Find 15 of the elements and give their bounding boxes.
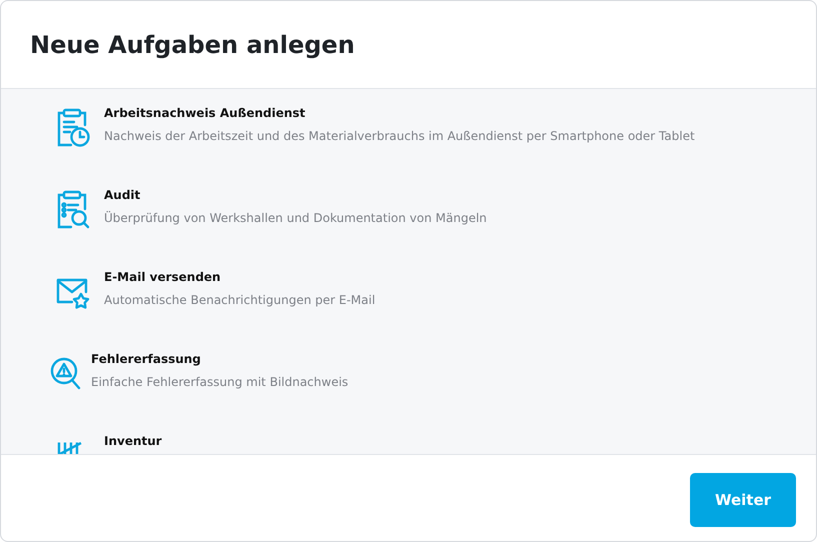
template-item[interactable]: E-Mail versenden Automatische Benachrichtigungen per E-Mail <box>54 253 816 335</box>
dialog-title: Neue Aufgaben anlegen <box>30 30 355 58</box>
template-item[interactable]: Arbeitsnachweis Außendienst Nachweis der Arbeitszeit und des Materialverbrauchs im Außendienst per Smartphone oder Tablet <box>54 89 816 171</box>
template-title: E-Mail versenden <box>104 270 222 284</box>
template-title: Inventur <box>104 434 162 448</box>
template-description: Einfache Fehlererfassung mit Bildnachweis <box>91 375 348 389</box>
template-item[interactable]: Fehlererfassung Einfache Fehlererfassung mit Bildnachweis <box>49 335 816 417</box>
template-title: Arbeitsnachweis Außendienst <box>104 106 306 120</box>
template-description: Überprüfung von Werkshallen und Dokumentation von Mängeln <box>104 211 487 225</box>
template-item[interactable]: Audit Überprüfung von Werkshallen und Dokumentation von Mängeln <box>54 171 816 253</box>
template-title: Fehlererfassung <box>91 352 202 366</box>
template-description: Automatische Benachrichtigungen per E-Mail <box>104 293 376 307</box>
template-description: Nachweis der Arbeitszeit und des Materialverbrauchs im Außendienst per Smartphone oder Tablet <box>104 129 695 143</box>
template-title: Audit <box>104 188 142 202</box>
template-item[interactable]: Inventur <box>54 417 816 454</box>
